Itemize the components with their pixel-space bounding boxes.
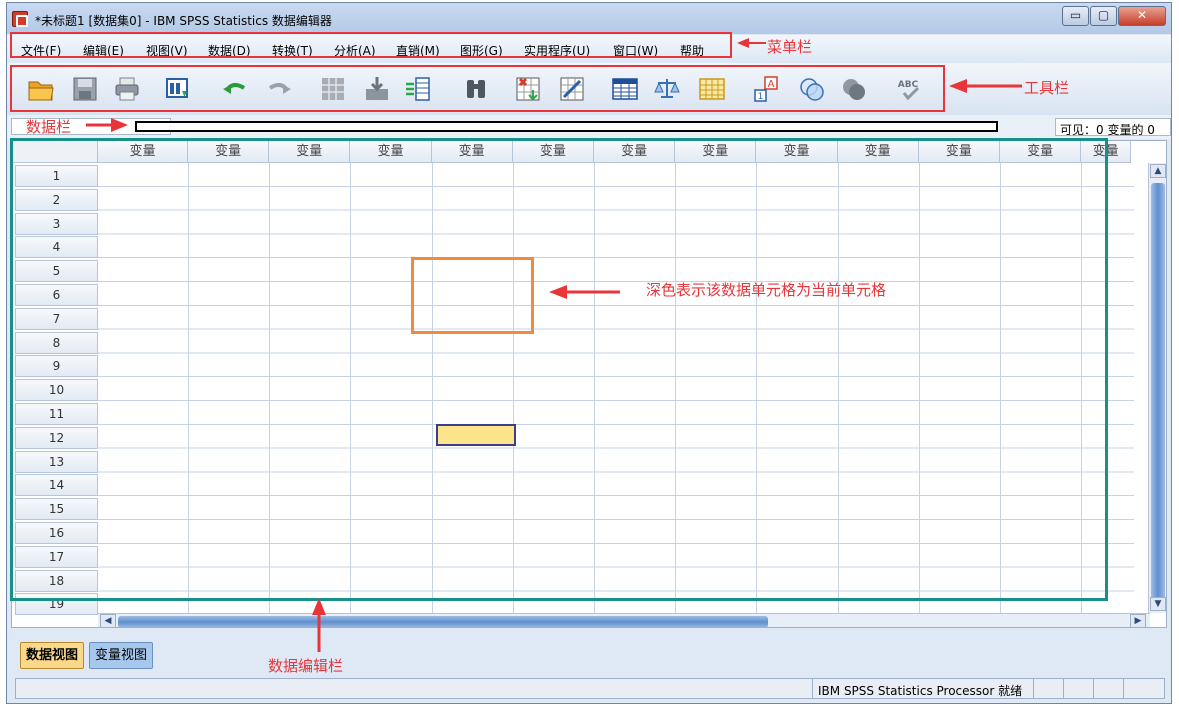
databar-label: 数据栏 <box>26 118 72 136</box>
active-cell-label: 深色表示该数据单元格为当前单元格 <box>646 281 887 299</box>
annotation-arrows <box>86 38 1022 652</box>
toolbar-label: 工具栏 <box>1024 79 1070 97</box>
editor-label: 数据编辑栏 <box>268 657 344 675</box>
menubar-label: 菜单栏 <box>767 38 813 56</box>
